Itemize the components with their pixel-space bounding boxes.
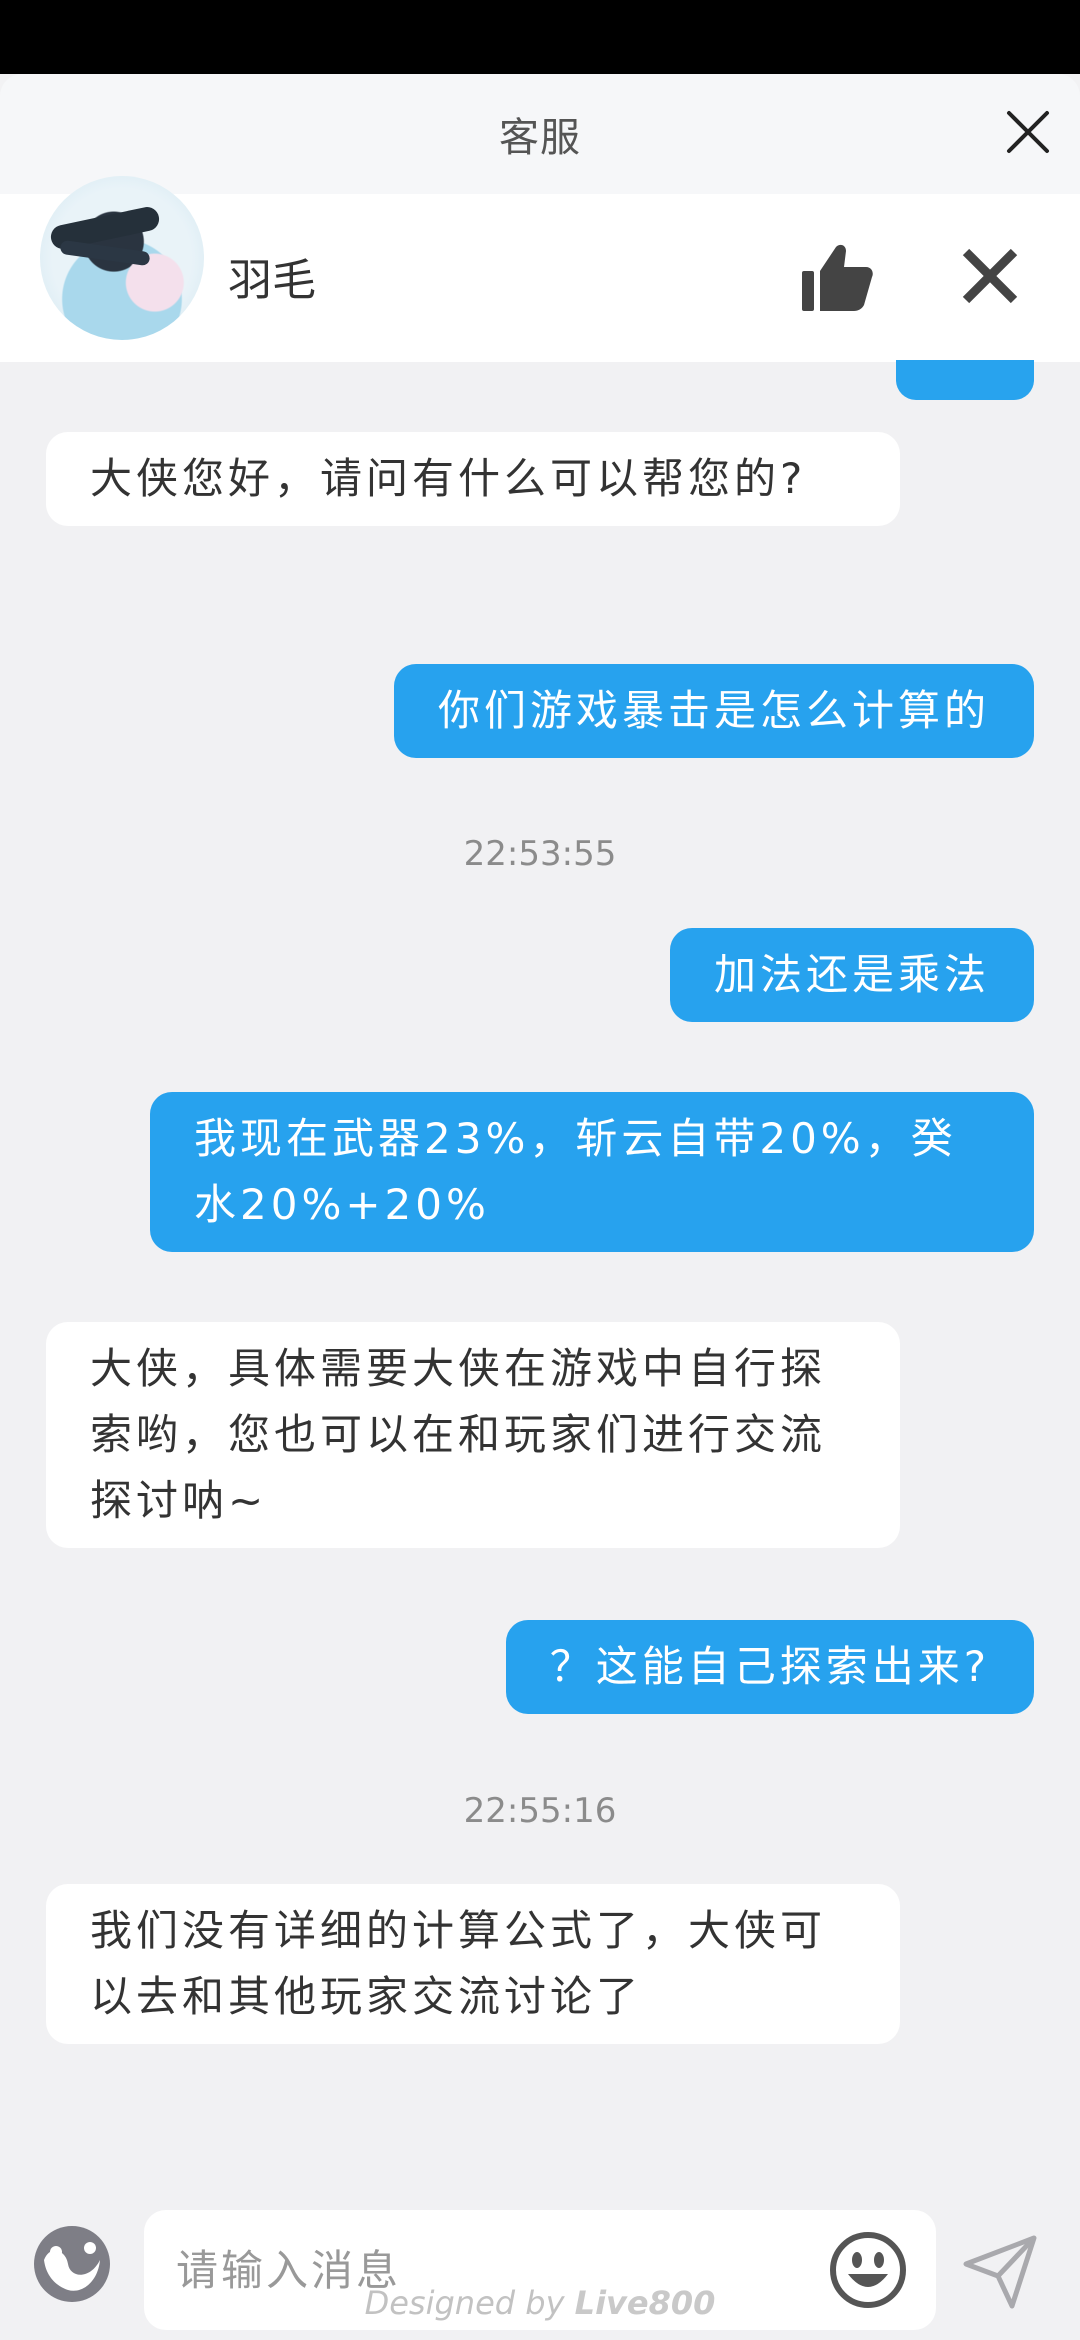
close-icon <box>962 248 1018 304</box>
message-agent: 我们没有详细的计算公式了，大侠可以去和其他玩家交流讨论了 <box>46 1884 900 2044</box>
message-user: ？这能自己探索出来? <box>505 1620 1034 1714</box>
powered-by: Designed by Live800 <box>0 2284 1080 2322</box>
message-user: 你们游戏暴击是怎么计算的 <box>393 664 1034 758</box>
close-window-button[interactable] <box>998 102 1058 162</box>
end-chat-button[interactable] <box>952 238 1028 314</box>
window-title: 客服 <box>499 115 581 161</box>
message-user: 加法还是乘法 <box>669 928 1034 1022</box>
agent-name: 羽毛 <box>228 255 316 306</box>
thumbs-up-icon <box>802 244 873 311</box>
message-timestamp: 22:53:55 <box>463 834 617 874</box>
powered-by-prefix: Designed by <box>364 2284 565 2322</box>
agent-avatar <box>40 176 204 340</box>
message-timestamp: 22:55:16 <box>463 1791 617 1831</box>
powered-by-brand[interactable]: Live800 <box>575 2284 716 2322</box>
message-agent: 大侠，具体需要大侠在游戏中自行探索哟，您也可以在和玩家们进行交流探讨呐~ <box>46 1322 900 1548</box>
message-agent: 大侠您好，请问有什么可以帮您的? <box>46 432 900 526</box>
chat-sheet: 客服 羽毛 大侠您好，请问有什么可以帮您的? 你们游戏暴击是怎么计算的 22:5… <box>0 74 1080 2340</box>
message-bubble-partial <box>896 360 1034 400</box>
like-button[interactable] <box>792 232 882 322</box>
title-bar: 客服 <box>0 74 1080 194</box>
message-user: 我现在武器23%，斩云自带20%，癸水20%+20% <box>150 1092 1034 1252</box>
status-bar <box>0 0 1080 74</box>
close-icon <box>1007 111 1049 153</box>
